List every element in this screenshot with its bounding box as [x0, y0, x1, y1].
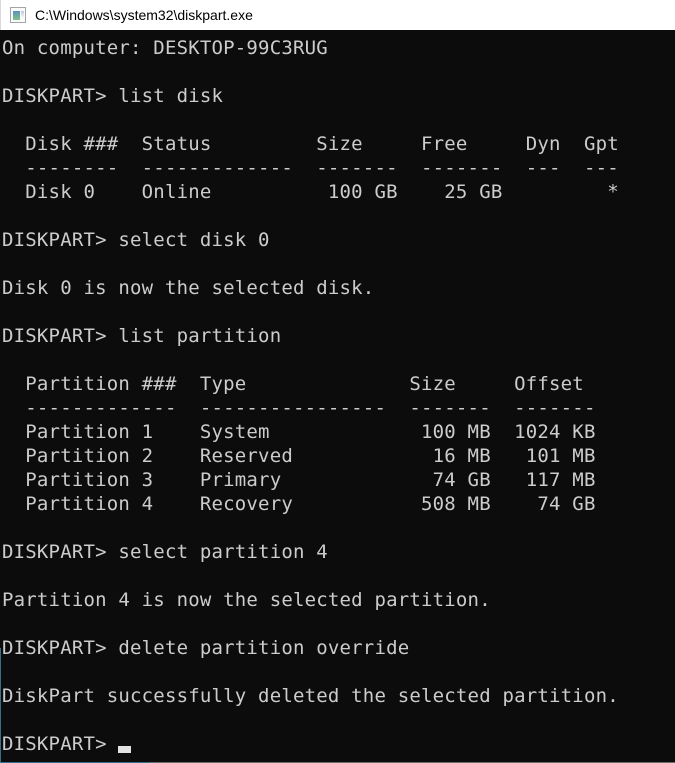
console-line: Partition 1 System 100 MB 1024 KB [2, 420, 675, 444]
console-line: Partition 3 Primary 74 GB 117 MB [2, 468, 675, 492]
window-left-edge-accent [0, 648, 1, 763]
console-line [2, 300, 675, 324]
console-line [2, 708, 675, 732]
console-line [2, 612, 675, 636]
console-line [2, 108, 675, 132]
console-app-icon[interactable] [10, 7, 26, 23]
console-line: -------- ------------- ------- ------- -… [2, 156, 675, 180]
text-cursor-block [118, 746, 131, 753]
console-line [2, 660, 675, 684]
console-line: DiskPart successfully deleted the select… [2, 684, 675, 708]
icon-pane-right [21, 11, 24, 20]
console-line [2, 348, 675, 372]
console-line [2, 252, 675, 276]
console-line: Partition 4 Recovery 508 MB 74 GB [2, 492, 675, 516]
console-line: Disk 0 Online 100 GB 25 GB * [2, 180, 675, 204]
console-line [2, 204, 675, 228]
console-line: Partition 4 is now the selected partitio… [2, 588, 675, 612]
console-line: DISKPART> list disk [2, 84, 675, 108]
console-line: DISKPART> select disk 0 [2, 228, 675, 252]
console-line [2, 516, 675, 540]
console-line: Partition 2 Reserved 16 MB 101 MB [2, 444, 675, 468]
console-line: ------------- ---------------- ------- -… [2, 396, 675, 420]
console-line: On computer: DESKTOP-99C3RUG [2, 36, 675, 60]
prompt-row: DISKPART> [2, 732, 675, 756]
console-output[interactable]: On computer: DESKTOP-99C3RUG DISKPART> li… [0, 30, 675, 763]
console-line: Partition ### Type Size Offset [2, 372, 675, 396]
console-line: Disk ### Status Size Free Dyn Gpt [2, 132, 675, 156]
console-line: DISKPART> list partition [2, 324, 675, 348]
window-title: C:\Windows\system32\diskpart.exe [35, 7, 253, 23]
console-line: DISKPART> select partition 4 [2, 540, 675, 564]
icon-pane-left [13, 11, 20, 20]
console-line [2, 564, 675, 588]
console-line: DISKPART> delete partition override [2, 636, 675, 660]
prompt-label: DISKPART> [2, 733, 118, 755]
diskpart-console-window: C:\Windows\system32\diskpart.exe On comp… [0, 0, 675, 763]
console-lines: On computer: DESKTOP-99C3RUG DISKPART> li… [2, 36, 675, 732]
console-line [2, 60, 675, 84]
console-line: Disk 0 is now the selected disk. [2, 276, 675, 300]
title-bar[interactable]: C:\Windows\system32\diskpart.exe [0, 0, 675, 30]
